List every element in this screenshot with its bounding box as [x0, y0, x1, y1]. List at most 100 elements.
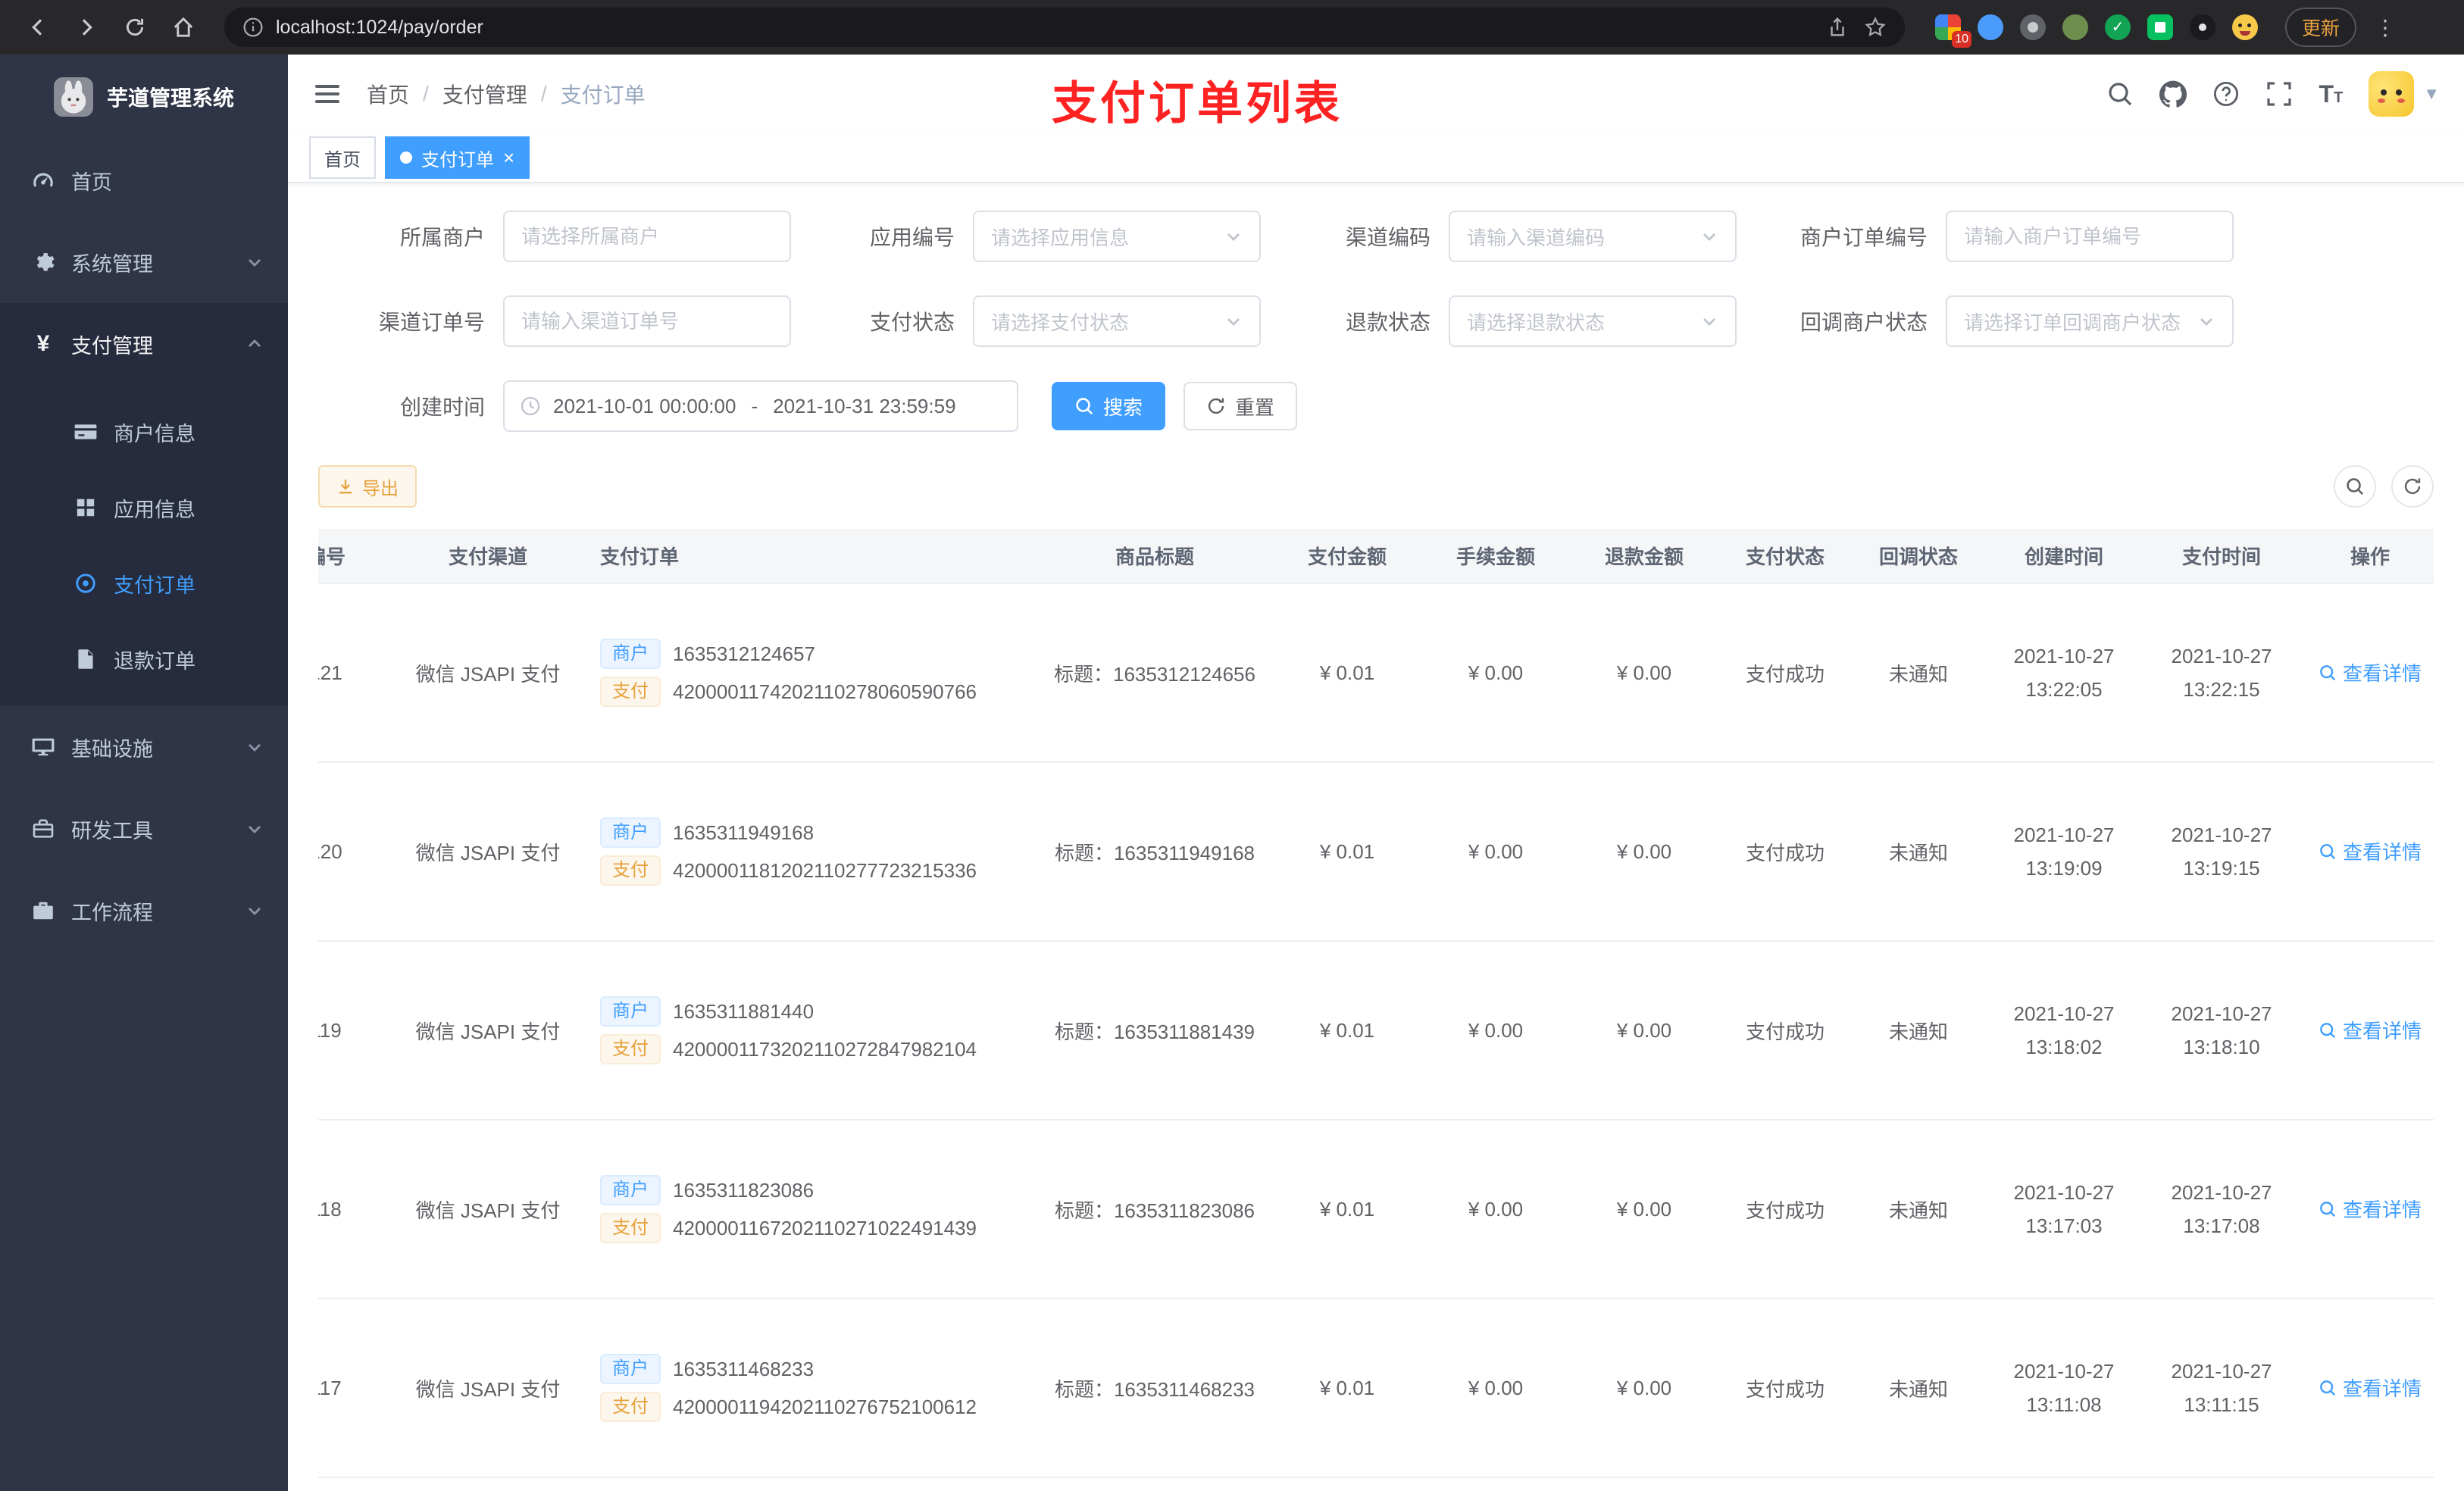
share-icon[interactable] — [1826, 16, 1849, 39]
refresh-button[interactable] — [2391, 465, 2434, 508]
help-icon[interactable] — [2212, 80, 2240, 108]
fee-amount: ¥ 0.00 — [1468, 839, 1524, 863]
merchant-order-line: 商户 1635311468233 — [600, 1354, 1027, 1384]
pay-status-select[interactable]: 请选择支付状态 — [973, 295, 1261, 347]
active-dot-icon — [400, 152, 412, 164]
notify-status: 未通知 — [1888, 1377, 1948, 1401]
sidebar-item-devtools[interactable]: 研发工具 — [0, 788, 288, 870]
site-info-icon[interactable] — [242, 17, 264, 38]
sidebar-item-merchant-info[interactable]: 商户信息 — [0, 394, 288, 470]
create-time-label: 创建时间 — [399, 395, 485, 419]
page-content: 所属商户应用编号请选择应用信息渠道编码请输入渠道编码商户订单编号渠道订单号支付状… — [288, 183, 2464, 1491]
address-bar[interactable]: localhost:1024/pay/order — [224, 8, 1905, 47]
sidebar-item-refund-order[interactable]: 退款订单 — [0, 621, 288, 697]
cell-pay-channel: 微信 JSAPI 支付 — [394, 762, 582, 942]
pay-badge: 支付 — [600, 855, 661, 886]
sidebar-item-pay-order[interactable]: 支付订单 — [0, 545, 288, 621]
notify-status-placeholder: 请选择订单回调商户状态 — [1964, 311, 2181, 334]
cell-pay-amount: ¥ 0.01 — [1273, 941, 1421, 1121]
table-row: 117 微信 JSAPI 支付 商户 1635311468233 支付 420000119… — [318, 1299, 2434, 1478]
merchant-badge: 商户 — [600, 996, 661, 1027]
view-detail-link[interactable]: 查看详情 — [2319, 658, 2422, 686]
extension-icon-5[interactable]: ✓ — [2105, 14, 2131, 40]
view-detail-link[interactable]: 查看详情 — [2319, 837, 2422, 865]
browser-back-button[interactable] — [18, 8, 58, 47]
extension-icon-3[interactable] — [2020, 14, 2046, 40]
github-icon[interactable] — [2159, 80, 2187, 108]
browser-home-button[interactable] — [164, 8, 203, 47]
pay-status: 支付成功 — [1745, 1377, 1825, 1401]
channel-code-placeholder: 请输入渠道编码 — [1467, 226, 1606, 249]
extension-icon-1[interactable]: 10 — [1935, 14, 1972, 48]
pay-order-no: 4200001181202110277723215336 — [673, 858, 977, 882]
bookmark-star-icon[interactable] — [1864, 16, 1887, 39]
channel-code-select[interactable]: 请输入渠道编码 — [1449, 211, 1737, 262]
channel-order-no-input[interactable] — [503, 295, 791, 347]
merchant-order-no-input[interactable] — [1946, 211, 2234, 262]
font-size-icon[interactable]: TT — [2319, 82, 2343, 106]
browser-reload-button[interactable] — [115, 8, 155, 47]
avatar — [2369, 71, 2415, 117]
breadcrumb-item[interactable]: 支付管理 — [442, 79, 527, 109]
view-detail-link[interactable]: 查看详情 — [2319, 1195, 2422, 1223]
merchant-input[interactable] — [503, 211, 791, 262]
breadcrumb-item: 支付订单 — [560, 83, 646, 107]
sidebar-item-app-info[interactable]: 应用信息 — [0, 470, 288, 545]
sidebar-item-system[interactable]: 系统管理 — [0, 221, 288, 303]
view-detail-label: 查看详情 — [2342, 1377, 2422, 1401]
refund-status-select[interactable]: 请选择退款状态 — [1449, 295, 1737, 347]
filter-row: 所属商户 应用编号 请选择应用信息 渠道编码 请输入渠道编码 商户订单编号 — [318, 211, 2434, 262]
notify-status-label: 回调商户状态 — [1800, 311, 1928, 334]
pay-badge: 支付 — [600, 1034, 661, 1064]
extension-icon-4[interactable] — [2062, 14, 2088, 40]
workflow-icon — [30, 898, 56, 924]
tab-active[interactable]: 支付订单 × — [385, 136, 530, 179]
table-row: 商户1635311157126 — [318, 1477, 2434, 1491]
refund-icon — [73, 646, 98, 672]
extension-icon-8[interactable] — [2232, 14, 2258, 40]
user-avatar[interactable]: ▼ — [2369, 71, 2440, 117]
cell-notify-status — [1852, 1477, 1985, 1491]
app-logo[interactable]: 芋道管理系统 — [0, 55, 288, 139]
notify-status-select[interactable]: 请选择订单回调商户状态 — [1946, 295, 2234, 347]
breadcrumb-item[interactable]: 首页 — [367, 79, 409, 109]
export-button[interactable]: 导出 — [318, 465, 417, 508]
browser-update-button[interactable]: 更新 — [2285, 8, 2357, 47]
app-no-select[interactable]: 请选择应用信息 — [973, 211, 1261, 262]
view-detail-link[interactable]: 查看详情 — [2319, 1374, 2422, 1402]
pay-channel: 微信 JSAPI 支付 — [415, 841, 561, 864]
sidebar-item-label: 基础设施 — [71, 737, 153, 761]
search-icon[interactable] — [2106, 80, 2134, 108]
hamburger-icon[interactable] — [312, 77, 346, 111]
sidebar-item-payment[interactable]: ¥ 支付管理 — [0, 303, 288, 385]
merchant-order-line: 商户 1635311823086 — [600, 1175, 1027, 1205]
merchant-order-no: 1635312124657 — [673, 642, 815, 665]
create-time-range-picker[interactable]: 2021-10-01 00:00:00 - 2021-10-31 23:59:5… — [503, 380, 1018, 432]
cell-fee-amount: ¥ 0.00 — [1421, 1299, 1570, 1478]
merchant-order-no: 1635311881440 — [673, 999, 815, 1023]
search-button[interactable]: 搜索 — [1052, 382, 1166, 430]
merchant-badge: 商户 — [600, 1354, 661, 1384]
close-icon[interactable]: × — [503, 148, 514, 167]
sidebar-item-label: 应用信息 — [114, 498, 195, 521]
chevron-down-icon — [245, 253, 264, 271]
breadcrumb-separator: / — [423, 82, 429, 105]
extension-icon-6[interactable] — [2147, 14, 2173, 40]
browser-menu-icon[interactable]: ⋮ — [2375, 15, 2396, 40]
extension-icon-7[interactable] — [2190, 14, 2215, 40]
view-detail-link[interactable]: 查看详情 — [2319, 1016, 2422, 1044]
filter-group-channel-code: 渠道编码 请输入渠道编码 — [1261, 211, 1737, 262]
sidebar-item-workflow[interactable]: 工作流程 — [0, 870, 288, 952]
reset-button[interactable]: 重置 — [1184, 382, 1298, 430]
extension-icon-2[interactable] — [1978, 14, 2003, 40]
cell-pay-time: 2021-10-27 13:11:15 — [2143, 1299, 2300, 1478]
browser-forward-button[interactable] — [67, 8, 106, 47]
pay-amount: ¥ 0.01 — [1319, 1197, 1375, 1221]
fullscreen-icon[interactable] — [2265, 80, 2293, 108]
toggle-search-button[interactable] — [2334, 465, 2376, 508]
tab-0[interactable]: 首页 — [309, 136, 376, 179]
sidebar-item-infra[interactable]: 基础设施 — [0, 706, 288, 788]
cell-notify-status: 未通知 — [1852, 1120, 1985, 1299]
sidebar-item-home[interactable]: 首页 — [0, 139, 288, 221]
order-id: 119 — [318, 1018, 342, 1042]
